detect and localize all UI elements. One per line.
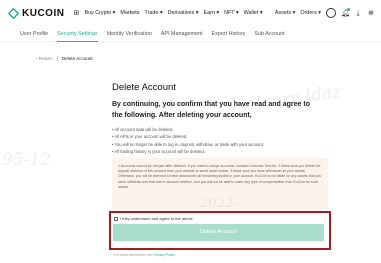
list-item: All APIs in your account will be deleted… xyxy=(112,133,327,140)
agree-checkbox-label[interactable]: I fully understand and agree to the abov… xyxy=(120,216,193,221)
tab-api-management[interactable]: API Management xyxy=(161,28,203,42)
download-icon[interactable]: ⤓ xyxy=(354,9,362,17)
kucoin-logo-icon xyxy=(7,7,20,19)
list-item: All account data will be deleted. xyxy=(112,126,327,133)
nav-right-group: Assets ▾ Orders ▾ 🔔︎ ⤓ ⊕ xyxy=(275,0,375,26)
tab-user-profile[interactable]: User Profile xyxy=(20,28,48,42)
privacy-policy-link[interactable]: Privacy Policy xyxy=(154,253,175,257)
watermark: 95-12 xyxy=(2,150,52,170)
delete-account-panel: Delete Account By continuing, you confir… xyxy=(112,82,327,155)
confirmation-intro: By continuing, you confirm that you have… xyxy=(112,101,310,119)
agreement-row: I fully understand and agree to the abov… xyxy=(114,216,193,221)
nav-nft[interactable]: NFT ▾ xyxy=(224,10,239,16)
agree-checkbox[interactable] xyxy=(114,216,118,221)
privacy-footer-text: For more information, see xyxy=(114,253,153,257)
nav-trade[interactable]: Trade ▾ xyxy=(145,10,163,16)
nav-derivatives[interactable]: Derivatives ▾ xyxy=(168,10,199,16)
nav-orders[interactable]: Orders ▾ xyxy=(300,10,321,16)
nav-earn[interactable]: Earn ▾ xyxy=(203,10,219,16)
consequences-list: All account data will be deleted. All AP… xyxy=(112,126,327,155)
list-item: All trading history in your account will… xyxy=(112,148,327,155)
avatar[interactable] xyxy=(326,8,336,18)
globe-icon[interactable]: ⊕ xyxy=(367,9,375,17)
nav-markets[interactable]: Markets xyxy=(120,10,139,16)
apps-grid-icon[interactable]: ⊞ xyxy=(72,9,80,17)
bell-icon[interactable]: 🔔︎ xyxy=(341,8,350,17)
delete-account-button[interactable]: Delete Account xyxy=(113,224,324,241)
page-title: Delete Account xyxy=(112,82,176,93)
kucoin-logo[interactable]: KUCOIN xyxy=(7,7,65,19)
breadcrumb-return-link[interactable]: ‹ Return xyxy=(36,56,53,61)
nav-buy-crypto[interactable]: Buy Crypto ▾ xyxy=(84,10,115,16)
tab-security-settings[interactable]: Security Settings xyxy=(57,28,98,42)
nav-wallet[interactable]: Wallet ▾ xyxy=(244,10,263,16)
warning-notice: 1.Accounts cannot be merged after deleti… xyxy=(112,158,328,210)
tab-export-history[interactable]: Export History xyxy=(212,28,246,42)
breadcrumb-separator: | xyxy=(56,56,58,61)
list-item: You will no longer be able to log in, de… xyxy=(112,141,327,148)
breadcrumb: ‹ Return | Delete Account xyxy=(36,56,93,61)
nav-assets[interactable]: Assets ▾ xyxy=(275,10,295,16)
top-navigation: KUCOIN ⊞ Buy Crypto ▾ Markets Trade ▾ De… xyxy=(0,0,381,26)
logo-text: KUCOIN xyxy=(22,7,65,19)
tab-sub-account[interactable]: Sub Account xyxy=(254,28,284,42)
account-tabs: User Profile Security Settings Identity … xyxy=(0,28,381,42)
privacy-footer: For more information, see Privacy Policy xyxy=(114,253,175,257)
breadcrumb-current: Delete Account xyxy=(61,56,93,61)
tab-identity-verification[interactable]: Identity Verification xyxy=(107,28,152,42)
